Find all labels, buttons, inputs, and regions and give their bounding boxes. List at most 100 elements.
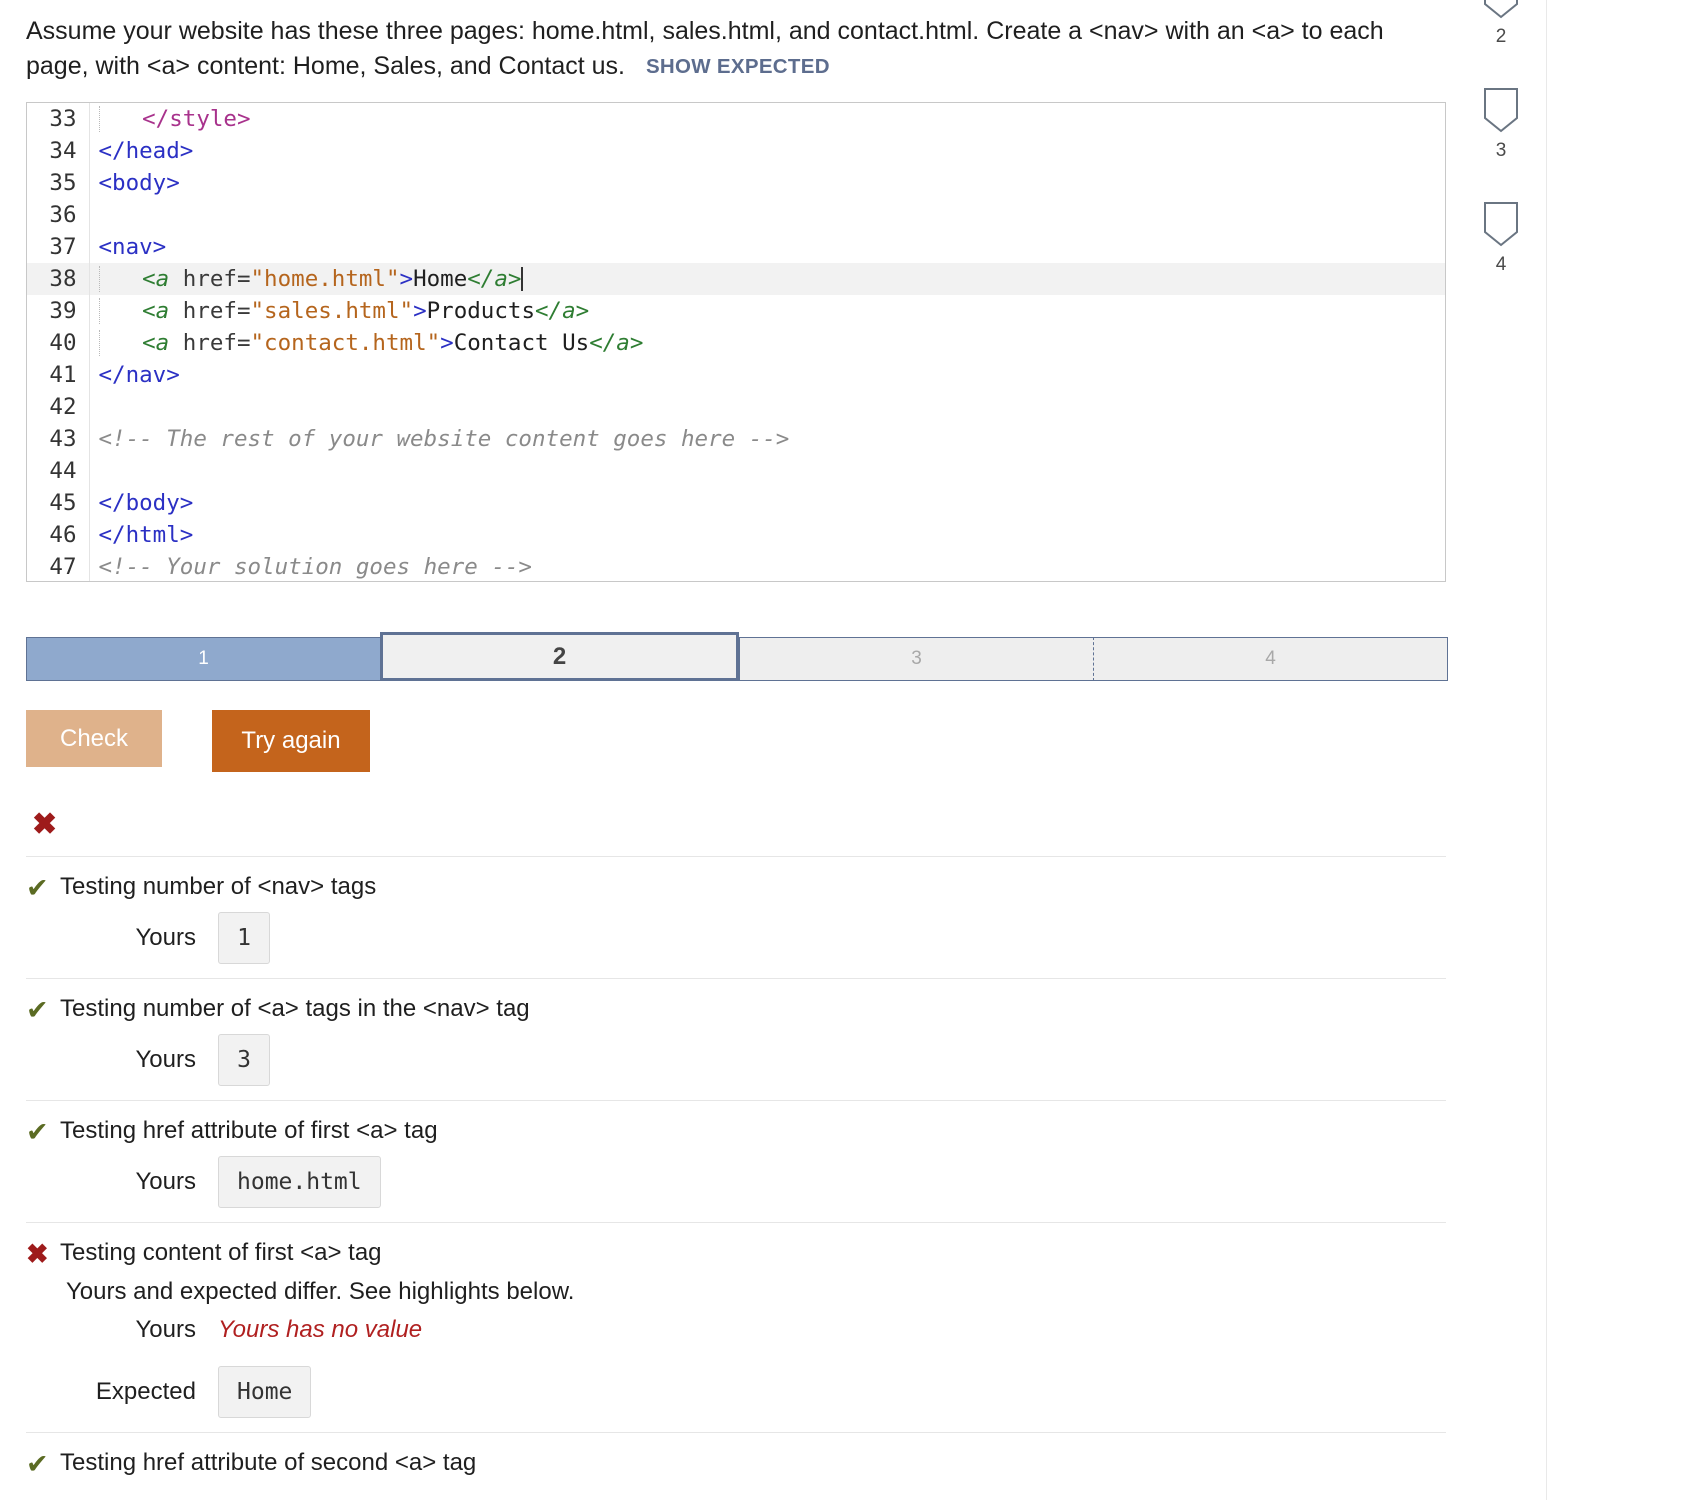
code-line[interactable]: 37<nav> xyxy=(27,231,1445,263)
line-number: 45 xyxy=(27,487,89,519)
progress-segment-3[interactable]: 3 xyxy=(739,637,1093,681)
check-icon: ✔ xyxy=(26,1449,60,1478)
expected-value: Home xyxy=(218,1366,311,1418)
code-line[interactable]: 46</html> xyxy=(27,519,1445,551)
progress-segment-2[interactable]: 2 xyxy=(380,632,739,681)
code-text[interactable] xyxy=(89,391,1445,423)
code-line[interactable]: 40 <a href="contact.html">Contact Us</a> xyxy=(27,327,1445,359)
code-text[interactable] xyxy=(89,199,1445,231)
code-text[interactable]: <body> xyxy=(89,167,1445,199)
test-result-item: ✔Testing href attribute of first <a> tag… xyxy=(26,1100,1446,1222)
code-text[interactable]: <!-- Your solution goes here --> xyxy=(89,551,1445,582)
bookmark-icon xyxy=(1482,88,1520,134)
code-line[interactable]: 33 </style> xyxy=(27,103,1445,135)
yours-value: home.html xyxy=(218,1156,381,1208)
rail-divider xyxy=(1546,0,1547,1500)
code-editor[interactable]: 33 </style>34</head>35<body>3637<nav>38 … xyxy=(26,102,1446,582)
try-again-button[interactable]: Try again xyxy=(212,710,370,772)
line-number: 37 xyxy=(27,231,89,263)
indent-guide-icon xyxy=(99,298,102,324)
bookmark-icon xyxy=(1482,0,1520,20)
indent-guide-icon xyxy=(99,106,102,132)
code-line[interactable]: 44 xyxy=(27,455,1445,487)
check-icon: ✔ xyxy=(26,1117,60,1146)
code-token: <a xyxy=(142,330,169,356)
code-line[interactable]: 39 <a href="sales.html">Products</a> xyxy=(27,295,1445,327)
code-lines: 33 </style>34</head>35<body>3637<nav>38 … xyxy=(27,103,1445,582)
code-token: "contact.html" xyxy=(251,330,441,356)
code-token: </a> xyxy=(589,330,643,356)
line-number: 33 xyxy=(27,103,89,135)
progress-segment-4[interactable]: 4 xyxy=(1093,637,1448,681)
segment-label: 4 xyxy=(1265,648,1276,670)
line-number: 40 xyxy=(27,327,89,359)
bookmark-marker-4[interactable]: 4 xyxy=(1482,202,1516,253)
code-token: </body> xyxy=(99,490,194,516)
code-token: "sales.html" xyxy=(251,298,414,324)
code-line[interactable]: 36 xyxy=(27,199,1445,231)
yours-value: 3 xyxy=(218,1034,270,1086)
show-expected-link[interactable]: SHOW EXPECTED xyxy=(646,55,830,78)
progress-segments[interactable]: 1234 xyxy=(26,637,1448,681)
code-line[interactable]: 41</nav> xyxy=(27,359,1445,391)
segment-label: 1 xyxy=(198,648,209,670)
exercise-page: Assume your website has these three page… xyxy=(0,0,1688,1500)
code-text[interactable]: <a href="contact.html">Contact Us</a> xyxy=(89,327,1445,359)
code-token: > xyxy=(413,298,427,324)
code-text[interactable] xyxy=(89,455,1445,487)
yours-label: Yours xyxy=(26,1046,218,1074)
exercise-prompt: Assume your website has these three page… xyxy=(0,0,1472,83)
test-results: ✖ ✔Testing number of <nav> tagsYours1✔Te… xyxy=(0,810,1472,1492)
code-text[interactable]: <a href="home.html">Home</a> xyxy=(89,263,1445,295)
test-header: ✔Testing number of <nav> tags xyxy=(26,873,1446,902)
line-number: 36 xyxy=(27,199,89,231)
test-title: Testing href attribute of first <a> tag xyxy=(60,1117,1446,1145)
bookmark-marker-3[interactable]: 3 xyxy=(1482,88,1516,139)
check-button[interactable]: Check xyxy=(26,710,162,767)
text-caret xyxy=(521,267,523,291)
yours-row: Yours3 xyxy=(26,1034,1446,1086)
code-text[interactable]: </head> xyxy=(89,135,1445,167)
code-token: href= xyxy=(169,298,250,324)
code-token: > xyxy=(400,266,414,292)
code-line[interactable]: 45 </body> xyxy=(27,487,1445,519)
code-line[interactable]: 35 <body> xyxy=(27,167,1445,199)
right-edge xyxy=(1672,0,1688,1500)
yours-label: Yours xyxy=(26,1168,218,1196)
cross-icon: ✖ xyxy=(26,1239,60,1268)
line-number: 39 xyxy=(27,295,89,327)
code-text[interactable]: <nav> xyxy=(89,231,1445,263)
diff-note: Yours and expected differ. See highlight… xyxy=(66,1278,1446,1306)
yours-value: 1 xyxy=(218,912,270,964)
code-line[interactable]: 43<!-- The rest of your website content … xyxy=(27,423,1445,455)
code-line[interactable]: 42 xyxy=(27,391,1445,423)
code-token: href= xyxy=(169,330,250,356)
code-token: "home.html" xyxy=(251,266,400,292)
code-line[interactable]: 47<!-- Your solution goes here --> xyxy=(27,551,1445,582)
bookmark-marker-2[interactable]: 2 xyxy=(1482,0,1516,25)
line-number: 42 xyxy=(27,391,89,423)
code-line[interactable]: 34</head> xyxy=(27,135,1445,167)
code-token: <body> xyxy=(99,170,180,196)
code-token: </nav> xyxy=(99,362,180,388)
code-text[interactable]: </nav> xyxy=(89,359,1445,391)
progress-segment-1[interactable]: 1 xyxy=(26,637,380,681)
indent-guide-icon xyxy=(99,330,102,356)
code-token: </html> xyxy=(99,522,194,548)
code-token: </a> xyxy=(467,266,521,292)
bookmark-number: 2 xyxy=(1482,26,1520,48)
code-line[interactable]: 38 <a href="home.html">Home</a> xyxy=(27,263,1445,295)
code-text[interactable]: <a href="sales.html">Products</a> xyxy=(89,295,1445,327)
code-token: <a xyxy=(142,298,169,324)
code-text[interactable]: </style> xyxy=(89,103,1445,135)
yours-no-value: Yours has no value xyxy=(218,1316,422,1344)
code-text[interactable]: </body> xyxy=(89,487,1445,519)
bookmark-number: 3 xyxy=(1482,140,1520,162)
code-token: </style> xyxy=(142,106,250,132)
line-number: 35 xyxy=(27,167,89,199)
test-header: ✖Testing content of first <a> tag xyxy=(26,1239,1446,1268)
code-text[interactable]: </html> xyxy=(89,519,1445,551)
check-icon: ✔ xyxy=(26,873,60,902)
code-text[interactable]: <!-- The rest of your website content go… xyxy=(89,423,1445,455)
line-number: 43 xyxy=(27,423,89,455)
